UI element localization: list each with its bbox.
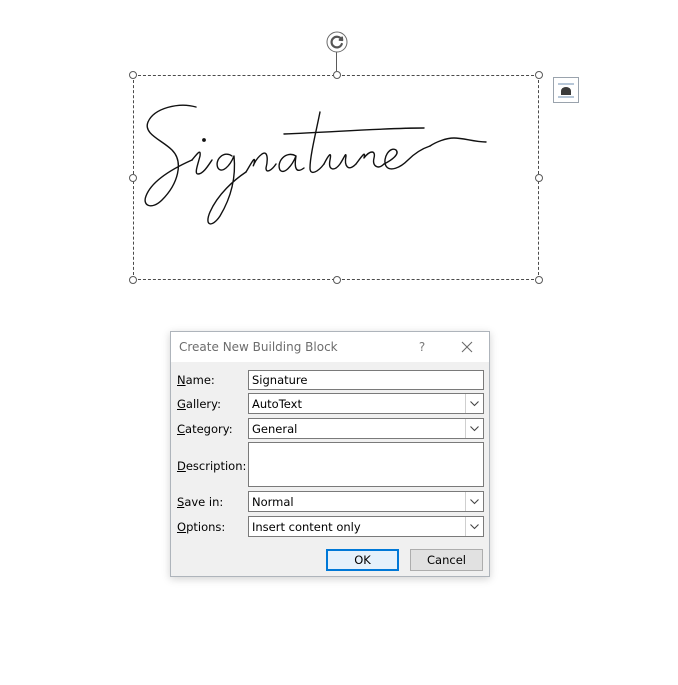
resize-handle-top-right[interactable] bbox=[535, 71, 543, 79]
save-in-dropdown-button[interactable] bbox=[465, 492, 483, 511]
category-select[interactable]: General bbox=[248, 418, 484, 439]
resize-handle-top[interactable] bbox=[333, 71, 341, 79]
gallery-label: Gallery: bbox=[177, 397, 222, 411]
close-button[interactable] bbox=[455, 337, 479, 357]
gallery-select[interactable]: AutoText bbox=[248, 393, 484, 414]
category-value: General bbox=[252, 422, 298, 436]
chevron-down-icon bbox=[470, 426, 479, 432]
gallery-dropdown-button[interactable] bbox=[465, 394, 483, 413]
cancel-button[interactable]: Cancel bbox=[410, 549, 483, 571]
description-label: Description: bbox=[177, 459, 247, 473]
create-building-block-dialog: Create New Building Block ? Name: Signat… bbox=[170, 331, 490, 577]
name-label: Name: bbox=[177, 373, 215, 387]
chevron-down-icon bbox=[470, 401, 479, 407]
ok-button[interactable]: OK bbox=[326, 549, 399, 571]
resize-handle-bottom-left[interactable] bbox=[129, 276, 137, 284]
description-input[interactable] bbox=[248, 442, 484, 487]
name-input[interactable]: Signature bbox=[248, 370, 484, 390]
resize-handle-left[interactable] bbox=[129, 174, 137, 182]
layout-options-icon[interactable] bbox=[553, 77, 579, 103]
save-in-select[interactable]: Normal bbox=[248, 491, 484, 512]
chevron-down-icon bbox=[470, 524, 479, 530]
category-label: Category: bbox=[177, 422, 233, 436]
help-button[interactable]: ? bbox=[411, 337, 433, 357]
chevron-down-icon bbox=[470, 499, 479, 505]
gallery-value: AutoText bbox=[252, 397, 302, 411]
category-dropdown-button[interactable] bbox=[465, 419, 483, 438]
options-value: Insert content only bbox=[252, 520, 361, 534]
close-icon bbox=[461, 341, 473, 353]
options-dropdown-button[interactable] bbox=[465, 517, 483, 536]
resize-handle-bottom[interactable] bbox=[333, 276, 341, 284]
resize-handle-top-left[interactable] bbox=[129, 71, 137, 79]
options-label: Options: bbox=[177, 520, 226, 534]
resize-handle-bottom-right[interactable] bbox=[535, 276, 543, 284]
signature-image bbox=[144, 104, 487, 225]
options-select[interactable]: Insert content only bbox=[248, 516, 484, 537]
save-in-label: Save in: bbox=[177, 495, 224, 509]
dialog-titlebar[interactable]: Create New Building Block ? bbox=[171, 332, 489, 362]
dialog-title: Create New Building Block bbox=[179, 340, 338, 354]
save-in-value: Normal bbox=[252, 495, 294, 509]
resize-handle-right[interactable] bbox=[535, 174, 543, 182]
signature-picture[interactable] bbox=[129, 71, 543, 284]
rotate-handle-icon[interactable] bbox=[325, 30, 349, 54]
